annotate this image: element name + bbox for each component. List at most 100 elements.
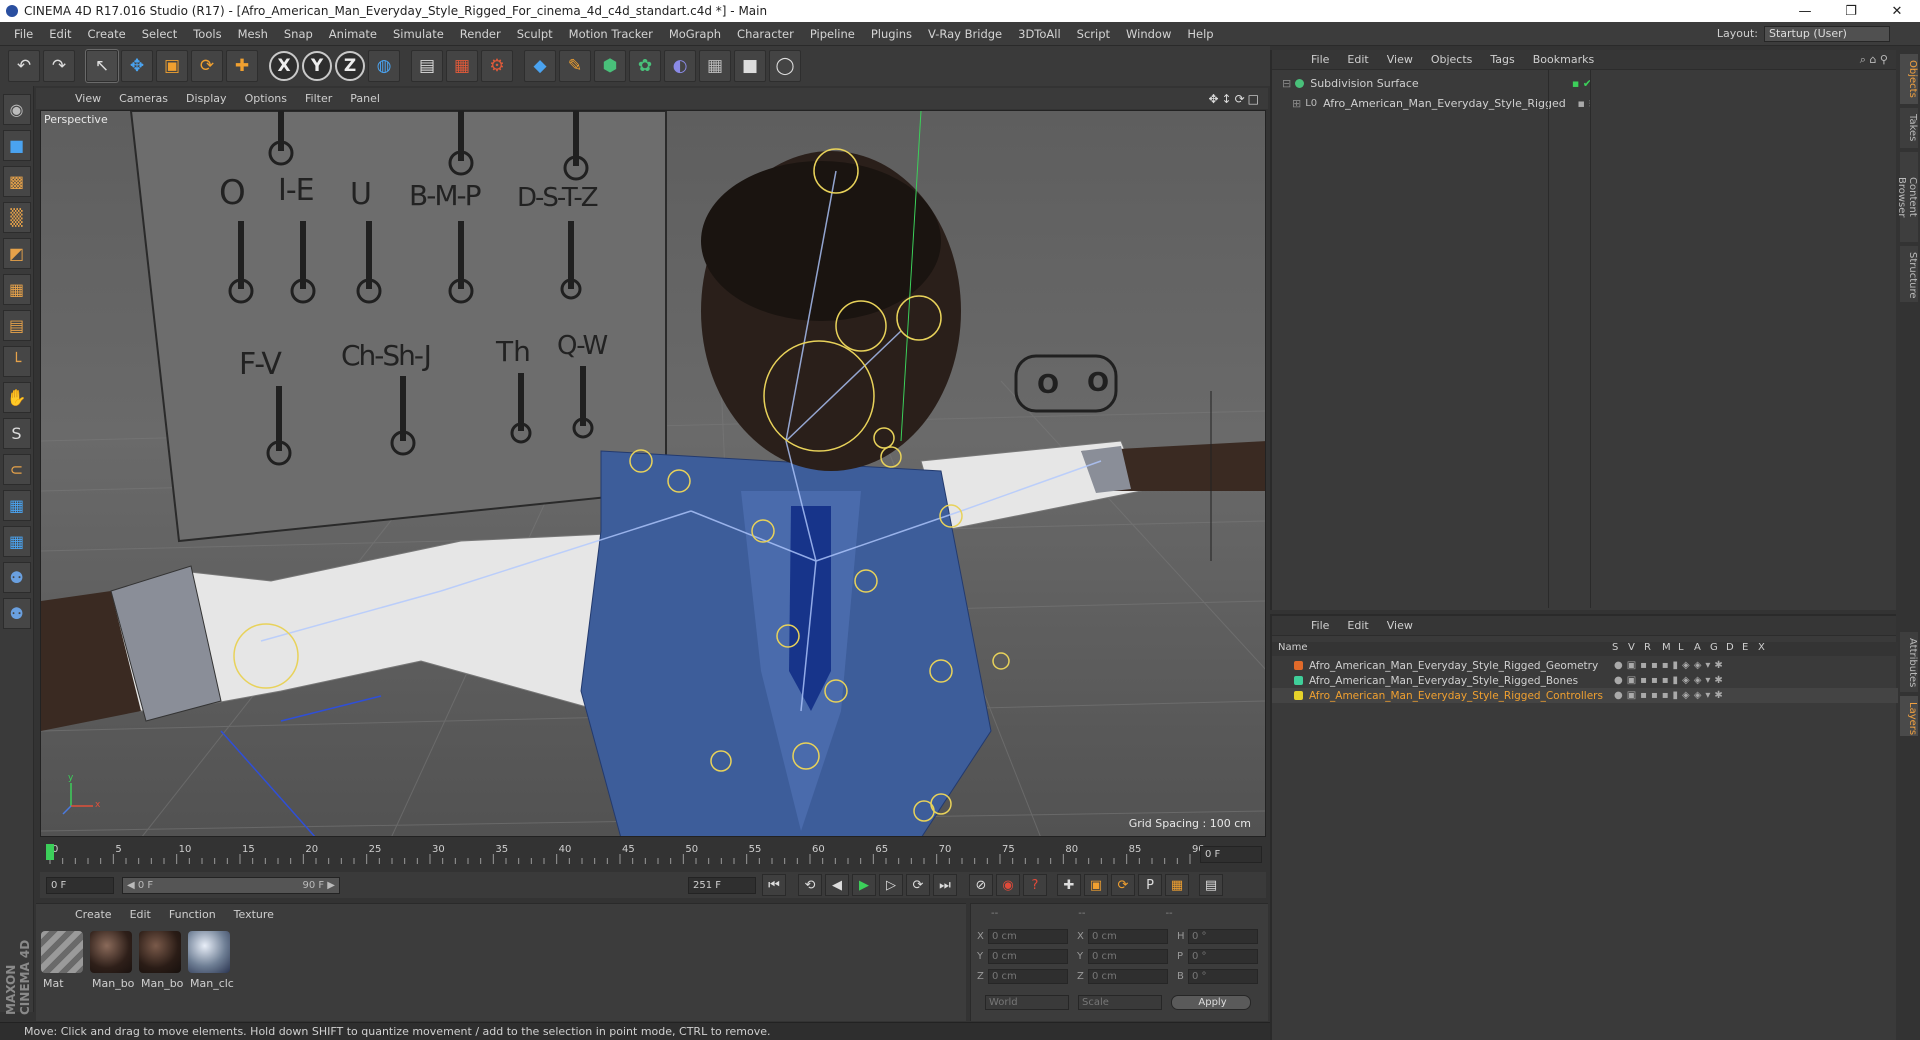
floor-icon[interactable]: ▦: [699, 50, 731, 82]
size-x-field[interactable]: 0 cm: [1088, 929, 1168, 944]
menu-3dtoall[interactable]: 3DToAll: [1010, 27, 1069, 41]
y-axis-icon[interactable]: Y: [302, 51, 332, 81]
pen-icon[interactable]: ✎: [559, 50, 591, 82]
position-y-field[interactable]: 0 cm: [988, 949, 1068, 964]
column-locked[interactable]: L: [1678, 642, 1684, 653]
layer-color-swatch[interactable]: [1294, 691, 1303, 700]
next-key-icon[interactable]: ⟳: [906, 874, 930, 896]
solo-icon[interactable]: S: [2, 418, 31, 449]
expand-icon[interactable]: ⊞: [1292, 97, 1301, 110]
current-frame-field[interactable]: 0 F: [1200, 846, 1262, 863]
next-frame-icon[interactable]: ▷: [879, 874, 903, 896]
size-z-field[interactable]: 0 cm: [1088, 969, 1168, 984]
subdivision-icon[interactable]: ⬢: [594, 50, 626, 82]
column-render[interactable]: R: [1644, 642, 1651, 653]
viewport-menu-filter[interactable]: Filter: [296, 92, 341, 105]
objects-menu-bookmarks[interactable]: Bookmarks: [1524, 53, 1603, 66]
layer-toggle-icons[interactable]: ●▣▪▪▪▮◈◈▾✱: [1614, 660, 1727, 671]
goto-end-icon[interactable]: ⏭: [933, 874, 957, 896]
menu-tools[interactable]: Tools: [185, 27, 229, 41]
close-button[interactable]: ✕: [1874, 4, 1920, 19]
size-y-field[interactable]: 0 cm: [1088, 949, 1168, 964]
menu-create[interactable]: Create: [80, 27, 134, 41]
magnet-icon[interactable]: ⊂: [2, 454, 31, 485]
workplane-icon[interactable]: ▒: [2, 202, 31, 233]
python-script-icon[interactable]: ⚉: [2, 598, 31, 629]
rotation-p-field[interactable]: 0 °: [1188, 949, 1258, 964]
tab-takes[interactable]: Takes: [1900, 108, 1918, 148]
environment-icon[interactable]: ◐: [664, 50, 696, 82]
layer-color-swatch[interactable]: [1294, 676, 1303, 685]
menu-help[interactable]: Help: [1179, 27, 1221, 41]
menu-file[interactable]: File: [6, 27, 41, 41]
tab-layers[interactable]: Layers: [1900, 696, 1918, 736]
undo-icon[interactable]: ↶: [8, 50, 40, 82]
maximize-button[interactable]: ❐: [1828, 4, 1874, 19]
cube-icon[interactable]: ◆: [524, 50, 556, 82]
viewport-menu-panel[interactable]: Panel: [341, 92, 389, 105]
tab-content-browser[interactable]: Content Browser: [1896, 152, 1918, 242]
camera-icon[interactable]: ■: [734, 50, 766, 82]
column-xref[interactable]: X: [1758, 642, 1765, 653]
timeline-ruler[interactable]: 0 5 10 15 20 25 30 35 40 45 50 55 60 65 70 75 80 85 90 0 F: [40, 842, 1266, 866]
world-mode-dropdown[interactable]: World: [985, 995, 1069, 1010]
tweak-mode-icon[interactable]: ✋: [2, 382, 31, 413]
python-icon[interactable]: ⚉: [2, 562, 31, 593]
visibility-check-icon[interactable]: ▪ ✔: [1572, 77, 1592, 90]
minimize-button[interactable]: —: [1782, 4, 1828, 19]
objects-menu-objects[interactable]: Objects: [1422, 53, 1482, 66]
material-menu-function[interactable]: Function: [160, 908, 225, 921]
viewport-menu-options[interactable]: Options: [236, 92, 296, 105]
live-move-icon[interactable]: ✚: [226, 50, 258, 82]
column-visible[interactable]: V: [1628, 642, 1635, 653]
menu-character[interactable]: Character: [729, 27, 802, 41]
layout-dropdown[interactable]: Startup (User): [1764, 25, 1890, 42]
model-mode-icon[interactable]: ■: [2, 130, 31, 161]
menu-edit[interactable]: Edit: [41, 27, 79, 41]
column-manager[interactable]: M: [1662, 642, 1671, 653]
layer-row-controllers[interactable]: Afro_American_Man_Everyday_Style_Rigged_…: [1272, 688, 1898, 703]
scale-icon[interactable]: ▣: [156, 50, 188, 82]
points-mode-icon[interactable]: ◩: [2, 238, 31, 269]
snap-grid-icon[interactable]: ▦: [2, 490, 31, 521]
layers-menu-edit[interactable]: Edit: [1338, 619, 1377, 632]
layers-menu-view[interactable]: View: [1378, 619, 1422, 632]
objects-menu-edit[interactable]: Edit: [1338, 53, 1377, 66]
edges-mode-icon[interactable]: ▦: [2, 274, 31, 305]
make-editable-icon[interactable]: ◉: [2, 94, 31, 125]
select-arrow-icon[interactable]: ↖: [85, 49, 119, 83]
menu-animate[interactable]: Animate: [321, 27, 385, 41]
tab-objects[interactable]: Objects: [1900, 54, 1918, 104]
collapse-icon[interactable]: ⊟: [1282, 77, 1291, 90]
key-position-icon[interactable]: ✚: [1057, 874, 1081, 896]
snap-settings-icon[interactable]: ▦: [2, 526, 31, 557]
material-swatch[interactable]: Mat: [40, 931, 84, 991]
rotation-b-field[interactable]: 0 °: [1188, 969, 1258, 984]
object-row-subdivision[interactable]: ⊟ Subdivision Surface ▪ ✔: [1282, 74, 1882, 92]
menu-vray-bridge[interactable]: V-Ray Bridge: [920, 27, 1010, 41]
tab-attributes[interactable]: Attributes: [1900, 632, 1918, 692]
position-x-field[interactable]: 0 cm: [988, 929, 1068, 944]
material-menu-texture[interactable]: Texture: [225, 908, 283, 921]
objects-menu-tags[interactable]: Tags: [1481, 53, 1523, 66]
menu-script[interactable]: Script: [1069, 27, 1118, 41]
viewport-navigation-icons[interactable]: ✥↕⟳□: [1208, 92, 1268, 106]
start-frame-field[interactable]: 0 F: [46, 876, 114, 894]
material-menu-edit[interactable]: Edit: [121, 908, 160, 921]
polygons-mode-icon[interactable]: ▤: [2, 310, 31, 341]
material-swatch[interactable]: Man_clc: [187, 931, 234, 991]
material-swatch[interactable]: Man_bo: [89, 931, 134, 991]
objects-menu-view[interactable]: View: [1378, 53, 1422, 66]
light-icon[interactable]: ◯: [769, 50, 801, 82]
layer-toggle-icons[interactable]: ●▣▪▪▪▮◈◈▾✱: [1614, 690, 1727, 701]
viewport-menu-display[interactable]: Display: [177, 92, 236, 105]
rotation-h-field[interactable]: 0 °: [1188, 929, 1258, 944]
x-axis-icon[interactable]: X: [269, 51, 299, 81]
frame-range-slider[interactable]: ◀ 0 F 90 F ▶: [122, 876, 340, 894]
autokey-help-icon[interactable]: ?: [1023, 874, 1047, 896]
deformer-icon[interactable]: ✿: [629, 50, 661, 82]
rotate-icon[interactable]: ⟳: [191, 50, 223, 82]
axis-mode-icon[interactable]: └: [2, 346, 31, 377]
move-icon[interactable]: ✥: [121, 50, 153, 82]
record-disabled-icon[interactable]: ⊘: [969, 874, 993, 896]
